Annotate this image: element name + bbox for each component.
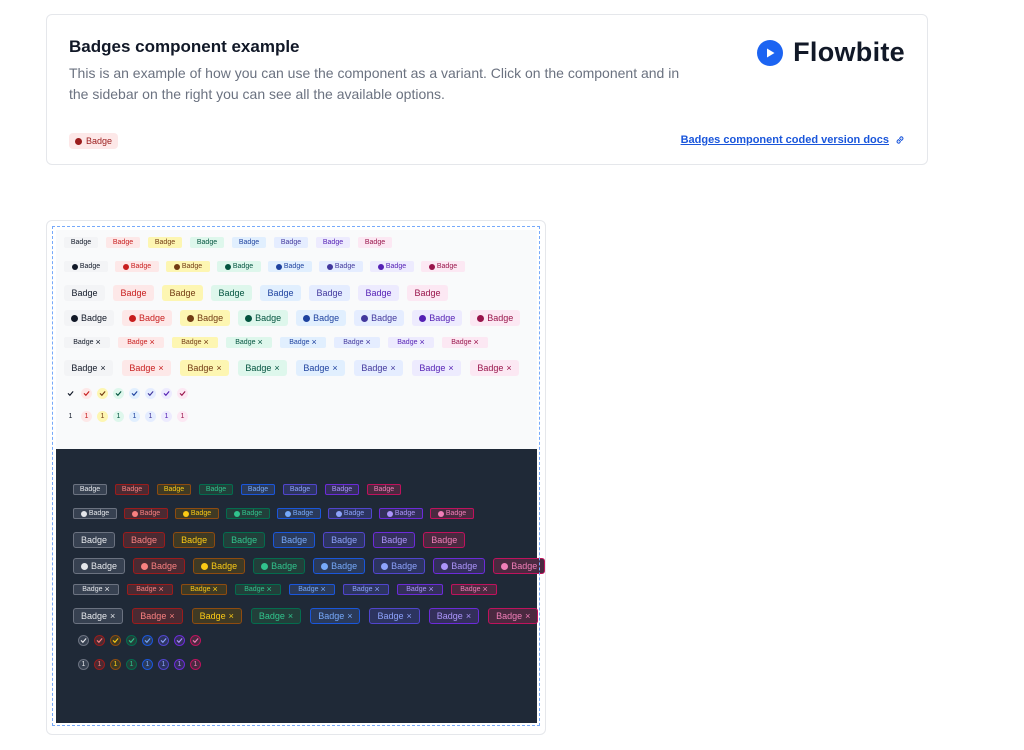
sample-badge[interactable]: Badge [69,133,119,149]
selection-outline[interactable] [52,226,540,726]
link-icon [896,136,904,144]
docs-link[interactable]: Badges component coded version docs [681,134,905,146]
sample-badge-label: Badge [86,136,113,146]
clock-icon [75,137,82,145]
flowbite-logo-icon [757,39,784,66]
brand-name: Flowbite [793,37,905,67]
component-card: Badges component example This is an exam… [46,14,928,165]
preview-frame: Badge Badge Badge Badge Badge Badge Badge Badge… [46,220,546,735]
brand[interactable]: Flowbite [757,37,905,68]
page-description: This is an example of how you can use th… [69,65,680,102]
page-title: Badges component example [69,37,300,56]
docs-link-label: Badges component coded version docs [680,134,889,146]
